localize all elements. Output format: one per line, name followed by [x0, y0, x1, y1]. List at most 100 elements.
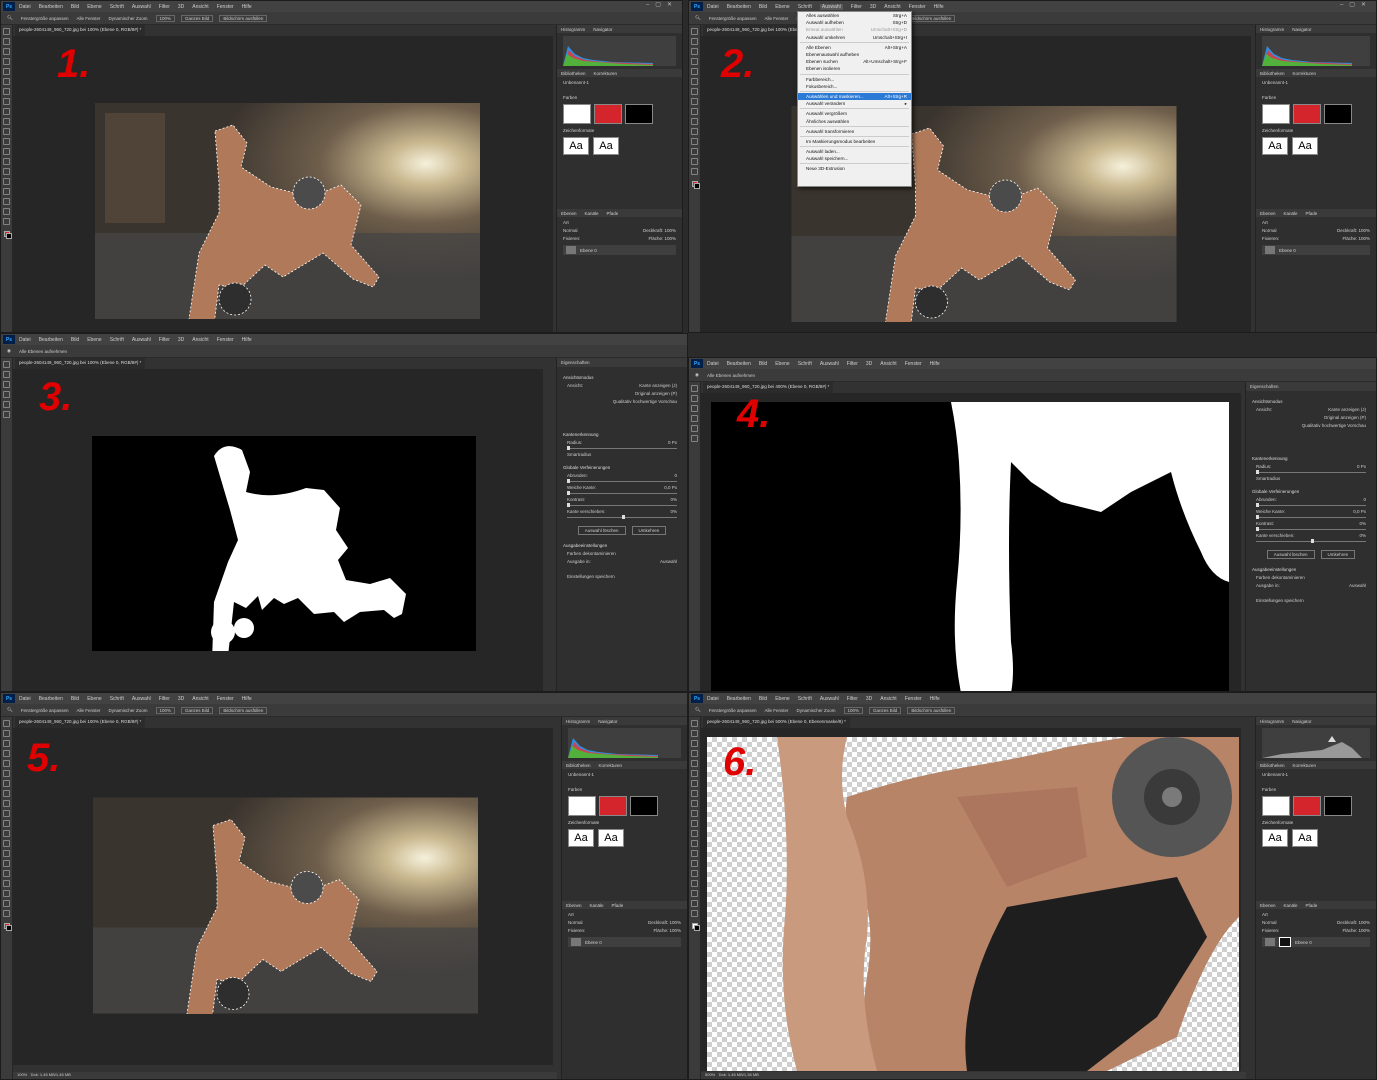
menu-bearbeiten[interactable]: Bearbeiten — [727, 4, 751, 10]
blur-tool-icon[interactable] — [3, 840, 10, 847]
menu-ebene[interactable]: Ebene — [775, 4, 789, 10]
gradient-tool-icon[interactable] — [3, 138, 10, 145]
menu-3d[interactable]: 3D — [870, 4, 876, 10]
alle-fenster-checkbox[interactable]: Alle Fenster — [77, 16, 101, 21]
swatch-black[interactable] — [1324, 796, 1352, 816]
swatch-white[interactable] — [1262, 104, 1290, 124]
char-style-2[interactable]: Aa — [593, 137, 619, 155]
auswahl-loschen-button[interactable]: Auswahl löschen — [1266, 550, 1315, 559]
fenster-anpassen-checkbox[interactable]: Fenstergröße anpassen — [21, 16, 69, 21]
brush-tool-icon[interactable] — [3, 98, 10, 105]
history-brush-icon[interactable] — [3, 810, 10, 817]
marquee-tool-icon[interactable] — [691, 38, 698, 45]
pen-tool-icon[interactable] — [691, 138, 698, 145]
menu-ebene[interactable]: Ebene — [775, 361, 789, 367]
menu-auswahl[interactable]: Auswahl — [132, 337, 151, 343]
menu-ebene[interactable]: Ebene — [87, 696, 101, 702]
path-selection-icon[interactable] — [691, 880, 698, 887]
tab-kanale[interactable]: Kanäle — [1284, 211, 1298, 216]
lasso-tool-icon[interactable] — [3, 48, 10, 55]
brush-tool-icon[interactable] — [691, 405, 698, 412]
brush-tool-icon[interactable] — [3, 381, 10, 388]
menu-item-alles-auswählen[interactable]: Alles auswählen Strg+A — [798, 12, 911, 19]
eyedropper-tool-icon[interactable] — [691, 770, 698, 777]
smartradius-checkbox[interactable]: Smartradius — [1256, 476, 1280, 481]
menu-hilfe[interactable]: Hilfe — [934, 4, 944, 10]
menu-ebene[interactable]: Ebene — [87, 337, 101, 343]
canvas-area[interactable]: 5. — [13, 728, 553, 1065]
char-style-1[interactable]: Aa — [1262, 829, 1288, 847]
menu-fenster[interactable]: Fenster — [217, 4, 234, 10]
text-tool-icon[interactable] — [3, 870, 10, 877]
menu-bild[interactable]: Bild — [71, 696, 79, 702]
color-swatches-icon[interactable] — [691, 923, 700, 931]
blur-tool-icon[interactable] — [3, 148, 10, 155]
smartradius-checkbox[interactable]: Smartradius — [567, 452, 591, 457]
zoom-tool-icon[interactable]: 🔍︎ — [7, 707, 13, 713]
menu-ebene[interactable]: Ebene — [775, 696, 789, 702]
menu-datei[interactable]: Datei — [707, 696, 719, 702]
zoom-tool-icon[interactable] — [3, 910, 10, 917]
zoom-tool-icon[interactable] — [3, 218, 10, 225]
zoom-status[interactable]: 500% — [705, 1072, 715, 1077]
char-style-2[interactable]: Aa — [1292, 829, 1318, 847]
window-controls-icon[interactable]: –▢✕ — [646, 1, 678, 8]
zoom-tool-icon[interactable] — [3, 411, 10, 418]
menu-filter[interactable]: Filter — [851, 4, 862, 10]
pen-tool-icon[interactable] — [691, 860, 698, 867]
menu-3d[interactable]: 3D — [866, 361, 872, 367]
quick-selection-tool-icon[interactable] — [691, 750, 698, 757]
tab-histogram[interactable]: Histogramm — [1260, 719, 1284, 724]
menu-hilfe[interactable]: Hilfe — [242, 696, 252, 702]
layer-filter[interactable]: Art — [563, 220, 676, 225]
farben-dekont-checkbox[interactable]: Farben dekontaminieren — [567, 551, 616, 556]
menu-item-auswahl-laden[interactable]: Auswahl laden... — [798, 148, 911, 155]
swatch-white[interactable] — [1262, 796, 1290, 816]
fill[interactable]: Fläche: 100% — [653, 928, 681, 933]
kante-verschieben-value[interactable]: 0% — [1359, 533, 1366, 538]
shape-tool-icon[interactable] — [3, 890, 10, 897]
brush-size-icon[interactable]: ◉ — [7, 348, 11, 354]
layer-row[interactable]: Ebene 0 — [563, 245, 676, 255]
text-tool-icon[interactable] — [3, 178, 10, 185]
crop-tool-icon[interactable] — [3, 760, 10, 767]
char-style-2[interactable]: Aa — [1292, 137, 1318, 155]
crop-tool-icon[interactable] — [691, 760, 698, 767]
weiche-kante-value[interactable]: 0,0 Px — [1353, 509, 1366, 514]
lasso-tool-icon[interactable] — [691, 48, 698, 55]
tab-ebenen[interactable]: Ebenen — [561, 211, 577, 216]
menu-auswahl[interactable]: Auswahl — [820, 361, 839, 367]
canvas-area[interactable]: 6. — [701, 728, 1241, 1071]
quick-selection-tool-icon[interactable] — [3, 750, 10, 757]
color-swatches-icon[interactable] — [3, 923, 12, 931]
swatch-black[interactable] — [625, 104, 653, 124]
radius-value[interactable]: 0 Px — [668, 440, 677, 445]
blend-mode[interactable]: Normal — [568, 920, 583, 925]
menu-3d[interactable]: 3D — [178, 696, 184, 702]
menu-bild[interactable]: Bild — [759, 4, 767, 10]
gradient-tool-icon[interactable] — [691, 128, 698, 135]
kante-verschieben-slider[interactable] — [567, 515, 677, 519]
qualitat-checkbox[interactable]: Qualitativ hochwertige Vorschau — [1302, 423, 1366, 428]
bildschirm-ausfuellen-button[interactable]: Bildschirm ausfüllen — [907, 706, 956, 714]
menu-bearbeiten[interactable]: Bearbeiten — [39, 337, 63, 343]
quick-selection-tool-icon[interactable] — [3, 58, 10, 65]
kontrast-value[interactable]: 0% — [670, 497, 677, 502]
fill[interactable]: Fläche: 100% — [648, 236, 676, 241]
menu-item-auswahl-aufheben[interactable]: Auswahl aufheben Strg+D — [798, 19, 911, 26]
brush-tool-icon[interactable] — [691, 790, 698, 797]
menu-item-auswählen-und-maskieren[interactable]: Auswählen und maskieren... Alt+Strg+R — [798, 92, 911, 101]
tab-pfade[interactable]: Pfade — [1306, 903, 1318, 908]
char-style-2[interactable]: Aa — [598, 829, 624, 847]
kante-anzeigen-checkbox[interactable]: Kante anzeigen (J) — [639, 383, 677, 388]
menu-ansicht[interactable]: Ansicht — [884, 4, 900, 10]
quick-selection-tool-icon[interactable] — [3, 361, 10, 368]
menu-auswahl[interactable]: Auswahl — [132, 696, 151, 702]
ganzes-bild-button[interactable]: Ganzes Bild — [869, 706, 902, 714]
menu-3d[interactable]: 3D — [866, 696, 872, 702]
eyedropper-tool-icon[interactable] — [3, 78, 10, 85]
menu-datei[interactable]: Datei — [19, 696, 31, 702]
blur-tool-icon[interactable] — [691, 840, 698, 847]
tab-bibliotheken[interactable]: Bibliotheken — [566, 763, 591, 768]
opacity[interactable]: Deckkraft: 100% — [648, 920, 681, 925]
